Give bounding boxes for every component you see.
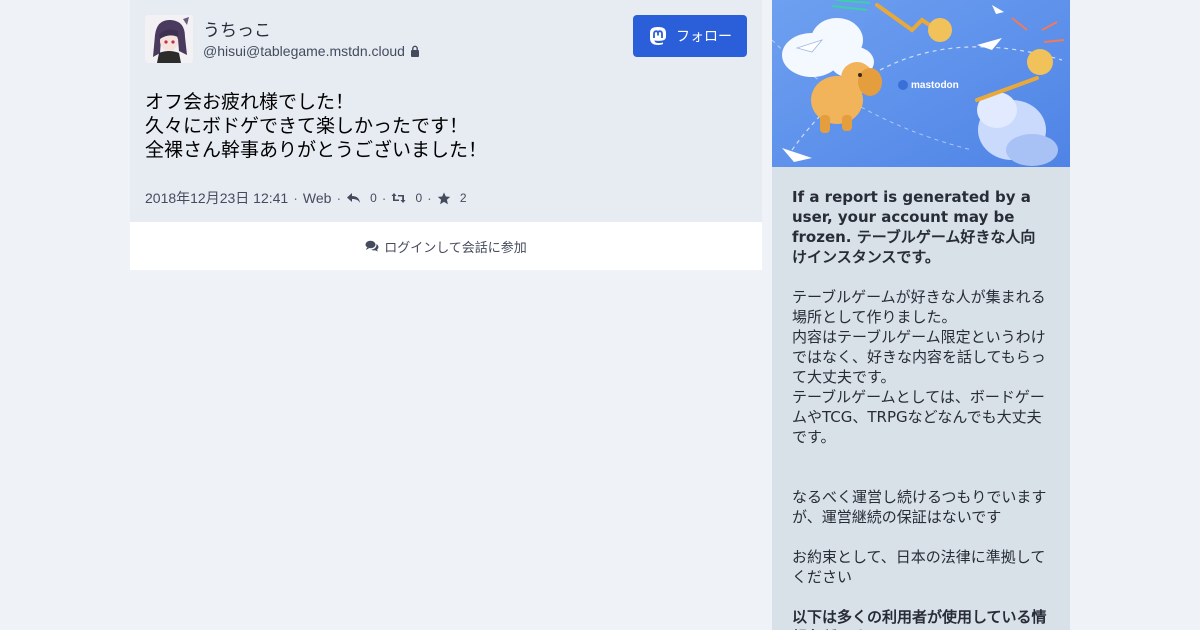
status-timestamp[interactable]: 2018年12月23日 12:41 [145,188,288,208]
status-line: オフ会お疲れ様でした！ [145,91,355,113]
login-to-join-button[interactable]: ログインして会話に参加 [130,222,762,270]
account-handle[interactable]: @hisui@tablegame.mstdn.cloud [203,43,420,59]
comments-icon [365,240,379,252]
display-name[interactable]: うちっこ [203,16,271,41]
boost-count: 0 [415,191,423,205]
status-card: うちっこ @hisui@tablegame.mstdn.cloud フォロー オ… [130,0,762,222]
meta-separator: · [427,190,432,206]
server-description-paragraph: テーブルゲームが好きな人が集まれる場所として作りました。 内容はテーブルゲーム限… [792,288,1046,446]
meta-separator: · [336,190,342,206]
status-line: 久々にボドゲできて楽しかったです！ [145,115,469,137]
status-line: 全裸さん幹事ありがとうございました！ [145,139,488,161]
mastodon-icon [650,26,666,45]
server-description-paragraph: なるべく運営し続けるつもりでいますが、運営継続の保証はないです [792,488,1047,526]
meta-separator: · [293,190,298,206]
lock-icon [410,45,419,57]
hero-logo-text: mastodon [911,80,959,91]
favourite-count: 2 [459,191,467,205]
login-to-join-label: ログインして会話に参加 [384,240,527,256]
mastodon-hero-illustration: mastodon [772,0,1070,167]
server-description-bold: 以下は多くの利用者が使用している情報各種です。 [792,608,1047,630]
account-handle-text: @hisui@tablegame.mstdn.cloud [203,43,405,59]
meta-separator: · [381,190,387,206]
reply-icon[interactable] [346,192,361,204]
server-description: If a report is generated by a user, your… [772,167,1070,630]
status-application[interactable]: Web [303,190,332,206]
status-content: オフ会お疲れ様でした！ 久々にボドゲできて楽しかったです！ 全裸さん幹事ありがと… [145,90,745,162]
avatar[interactable] [145,15,193,63]
star-icon[interactable] [437,192,451,205]
server-description-paragraph: お約束として、日本の法律に準拠してください [792,548,1046,586]
follow-button[interactable]: フォロー [633,15,747,57]
boost-icon[interactable] [391,192,406,204]
avatar-image [145,15,193,63]
follow-button-label: フォロー [676,29,732,45]
server-info-panel: mastodon If a report is generated by a u… [772,0,1070,630]
status-meta: 2018年12月23日 12:41 · Web · 0 · 0 · 2 [145,188,467,208]
server-description-bold: If a report is generated by a user, your… [792,188,1036,266]
reply-count: 0 [370,191,377,205]
